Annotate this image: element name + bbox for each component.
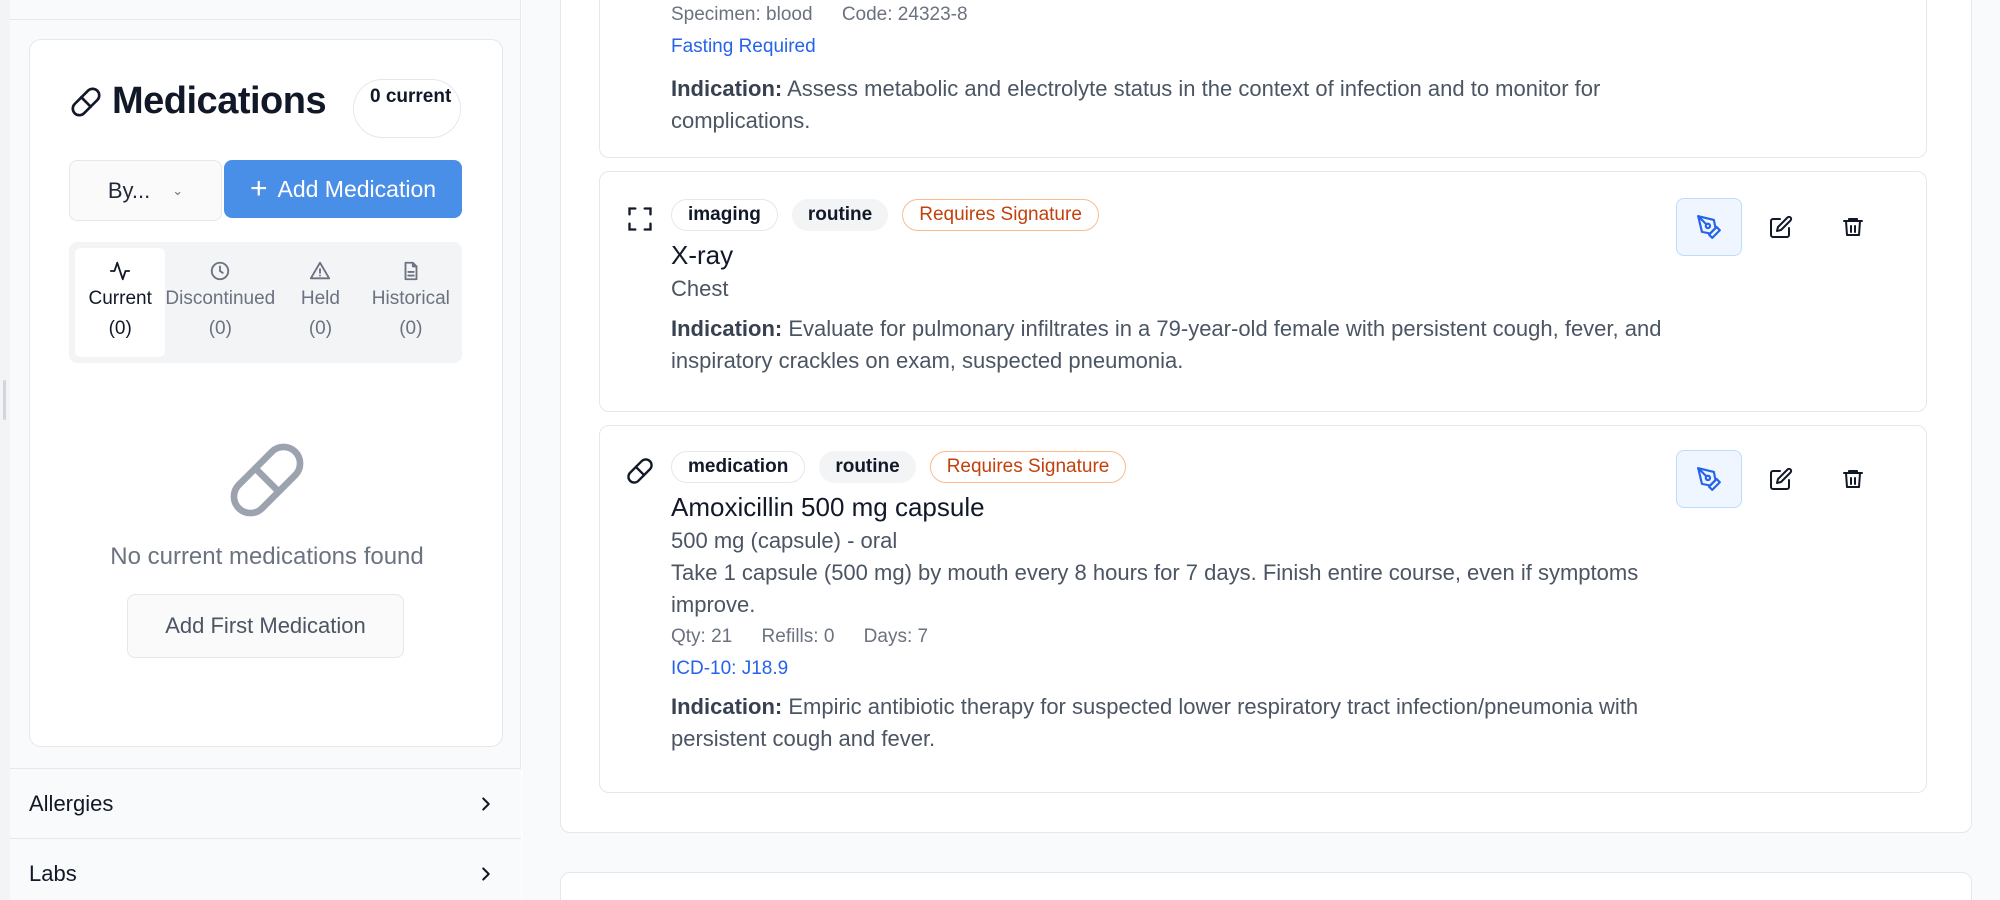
tab-count: (0) bbox=[308, 318, 333, 339]
order-subtitle: Chest bbox=[671, 276, 729, 301]
pill-icon bbox=[230, 443, 304, 517]
sort-select-label: By... bbox=[107, 177, 151, 203]
pen-sign-icon bbox=[1697, 215, 1721, 239]
order-indication: Indication: Evaluate for pulmonary infil… bbox=[671, 313, 1681, 377]
empty-state-text: No current medications found bbox=[110, 543, 424, 570]
order-indication: Indication: Empiric antibiotic therapy f… bbox=[671, 691, 1681, 755]
medications-title: Medications bbox=[112, 80, 327, 122]
next-panel bbox=[560, 872, 1972, 900]
pill-icon bbox=[627, 458, 653, 484]
type-chip: medication bbox=[671, 451, 806, 483]
order-actions bbox=[1676, 198, 1886, 256]
fasting-flag: Fasting Required bbox=[671, 36, 816, 57]
order-chips: medication routine Requires Signature bbox=[671, 451, 1681, 483]
order-meta: Specimen: blood Code: 24323-8 bbox=[671, 0, 1681, 31]
resize-handle[interactable] bbox=[3, 380, 6, 420]
tab-label: Held bbox=[300, 288, 340, 309]
order-body: medication routine Requires Signature Am… bbox=[671, 451, 1681, 755]
sig-text: Take 1 capsule (500 mg) by mouth every 8… bbox=[671, 560, 1639, 617]
medication-status-tabs: Current (0) Discontinued (0) Held (0) Hi… bbox=[69, 242, 462, 363]
icd-code: ICD-10: J18.9 bbox=[671, 658, 789, 679]
empty-state: No current medications found bbox=[30, 440, 504, 571]
type-chip: imaging bbox=[671, 199, 778, 231]
indication-text: Evaluate for pulmonary infiltrates in a … bbox=[671, 316, 1662, 373]
specimen-text: Specimen: blood bbox=[671, 4, 813, 25]
left-edge-strip bbox=[0, 0, 10, 900]
sign-button[interactable] bbox=[1676, 198, 1742, 256]
sidebar-section-allergies[interactable]: Allergies bbox=[10, 768, 521, 838]
order-card-lab: Specimen: blood Code: 24323-8 Fasting Re… bbox=[599, 0, 1927, 158]
tab-count: (0) bbox=[208, 318, 232, 339]
days-text: Days: 7 bbox=[863, 626, 929, 647]
tab-current[interactable]: Current (0) bbox=[75, 248, 166, 357]
sidebar-top-section bbox=[10, 0, 520, 20]
indication-label: Indication: bbox=[671, 76, 783, 101]
order-card-medication: medication routine Requires Signature Am… bbox=[599, 425, 1927, 793]
order-title: Amoxicillin 500 mg capsule bbox=[671, 492, 985, 522]
indication-text: Assess metabolic and electrolyte status … bbox=[671, 76, 1601, 133]
indication-label: Indication: bbox=[671, 694, 783, 719]
sidebar: Medications 0 current By... ⌄ + Add Medi… bbox=[10, 0, 521, 900]
section-label: Allergies bbox=[29, 790, 114, 816]
order-actions bbox=[1676, 450, 1886, 508]
qty-text: Qty: 21 bbox=[671, 626, 733, 647]
add-medication-button[interactable]: + Add Medication bbox=[224, 160, 462, 218]
add-first-medication-button[interactable]: Add First Medication bbox=[127, 594, 404, 658]
refills-text: Refills: 0 bbox=[761, 626, 835, 647]
medications-header: Medications bbox=[70, 80, 327, 123]
medications-count-badge: 0 current bbox=[353, 79, 461, 138]
order-meta: Qty: 21 Refills: 0 Days: 7 bbox=[671, 621, 1681, 653]
edit-button[interactable] bbox=[1748, 198, 1814, 256]
order-indication: Indication: Assess metabolic and electro… bbox=[671, 73, 1681, 137]
tab-discontinued[interactable]: Discontinued (0) bbox=[165, 248, 275, 357]
warning-icon bbox=[310, 261, 331, 280]
order-chips: imaging routine Requires Signature bbox=[671, 199, 1681, 231]
code-text: Code: 24323-8 bbox=[841, 4, 968, 25]
section-label: Labs bbox=[29, 860, 77, 886]
dose-text: 500 mg (capsule) - oral bbox=[671, 528, 898, 553]
signature-status-chip: Requires Signature bbox=[902, 199, 1099, 231]
edit-icon bbox=[1770, 467, 1793, 490]
tab-label: Current bbox=[88, 288, 152, 309]
tab-historical[interactable]: Historical (0) bbox=[366, 248, 456, 357]
order-title: X-ray bbox=[671, 240, 734, 270]
priority-chip: routine bbox=[791, 199, 889, 231]
sidebar-section-labs[interactable]: Labs bbox=[10, 838, 521, 900]
signature-status-chip: Requires Signature bbox=[929, 451, 1127, 483]
clock-icon bbox=[211, 261, 230, 281]
tab-held[interactable]: Held (0) bbox=[275, 248, 365, 357]
trash-icon bbox=[1843, 470, 1863, 488]
tab-count: (0) bbox=[399, 318, 423, 339]
chevron-right-icon bbox=[482, 866, 490, 881]
medications-panel: Medications 0 current By... ⌄ + Add Medi… bbox=[29, 39, 503, 747]
activity-icon bbox=[110, 261, 131, 281]
pen-sign-icon bbox=[1697, 467, 1721, 491]
document-icon bbox=[404, 261, 418, 281]
order-body: imaging routine Requires Signature X-ray… bbox=[671, 199, 1681, 377]
delete-button[interactable] bbox=[1820, 198, 1886, 256]
tab-count: (0) bbox=[108, 318, 132, 339]
tab-label: Discontinued bbox=[165, 288, 276, 309]
order-body: Specimen: blood Code: 24323-8 Fasting Re… bbox=[671, 0, 1681, 137]
scan-icon bbox=[628, 207, 652, 231]
edit-icon bbox=[1770, 215, 1793, 238]
delete-button[interactable] bbox=[1820, 450, 1886, 508]
priority-chip: routine bbox=[819, 451, 916, 483]
indication-label: Indication: bbox=[671, 316, 783, 341]
sort-select[interactable]: By... ⌄ bbox=[69, 160, 222, 221]
indication-text: Empiric antibiotic therapy for suspected… bbox=[671, 694, 1639, 751]
tab-label: Historical bbox=[371, 288, 450, 309]
edit-button[interactable] bbox=[1748, 450, 1814, 508]
order-card-imaging: imaging routine Requires Signature X-ray… bbox=[599, 171, 1927, 412]
chevron-down-icon: ⌄ bbox=[172, 182, 184, 198]
sign-button[interactable] bbox=[1676, 450, 1742, 508]
plus-icon: + bbox=[249, 172, 268, 205]
chevron-right-icon bbox=[482, 796, 490, 811]
trash-icon bbox=[1843, 218, 1863, 236]
pill-icon bbox=[71, 87, 101, 116]
add-medication-label: Add Medication bbox=[277, 175, 437, 202]
